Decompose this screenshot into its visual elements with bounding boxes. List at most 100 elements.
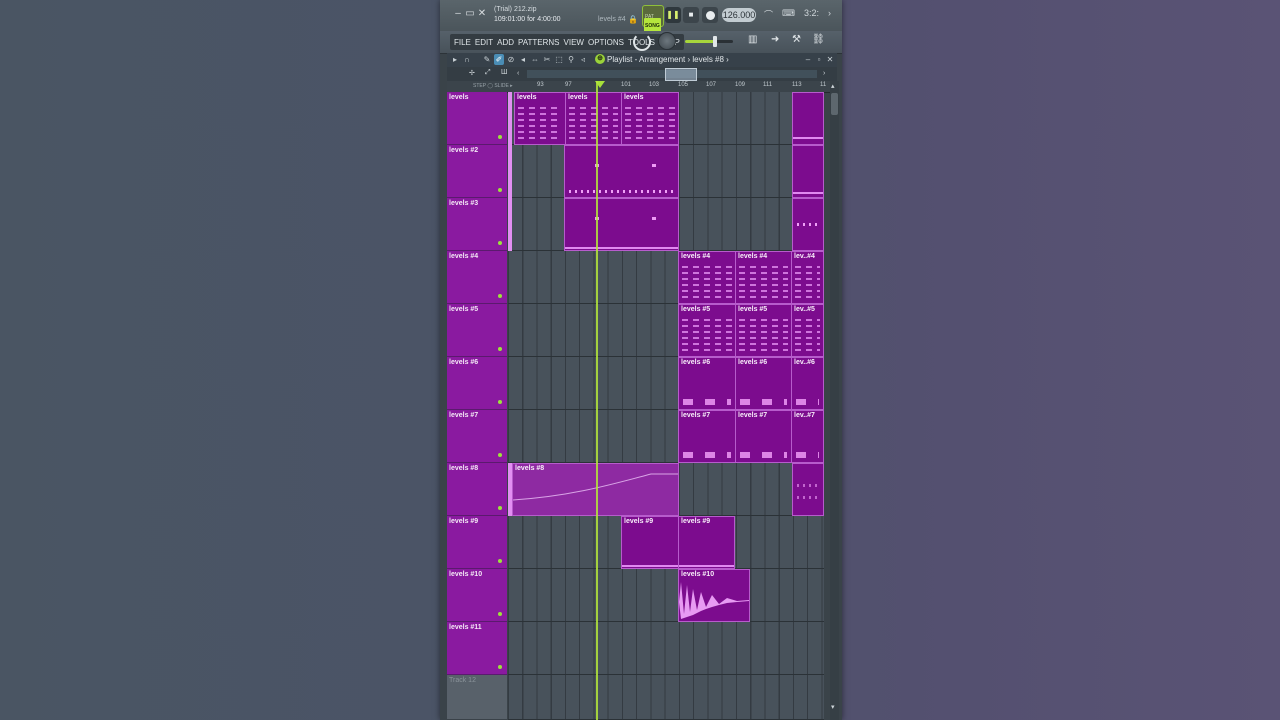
track-header[interactable]: levels #2 (447, 145, 507, 198)
paint-brush-icon[interactable]: ✐ (494, 54, 504, 65)
track-active-led[interactable] (498, 665, 502, 669)
track-lane[interactable]: levels #9 levels #9 (508, 516, 824, 569)
minimize-button[interactable]: – (453, 8, 463, 20)
track-header[interactable]: levels #9 (447, 516, 507, 569)
speaker-icon[interactable]: ◃ (578, 54, 588, 65)
arrangement-overview[interactable]: ✢ ⤢ Ш ‹ › (447, 67, 837, 81)
track-lane[interactable]: levels #5 levels #5 lev..#5 (508, 304, 824, 357)
track-header[interactable]: levels #6 (447, 357, 507, 410)
pattern-clip[interactable] (564, 198, 679, 251)
scroll-down-icon[interactable]: ▾ (831, 703, 835, 711)
track-header[interactable]: levels #11 (447, 622, 507, 675)
track-active-led[interactable] (498, 559, 502, 563)
track-active-led[interactable] (498, 135, 502, 139)
menu-view[interactable]: VIEW (564, 38, 584, 47)
pattern-clip[interactable]: levels #4 (735, 251, 792, 304)
tempo-tool-icon[interactable]: ✢ (469, 69, 475, 77)
clip-edge[interactable] (508, 198, 512, 251)
maximize-button[interactable]: ▭ (465, 8, 475, 20)
slip-icon[interactable]: ⇔ (530, 54, 540, 65)
cpu-meter-icon[interactable] (633, 33, 651, 51)
pattern-clip[interactable]: lev..#6 (791, 357, 824, 410)
typing-keyboard-icon[interactable]: ⌨ (782, 8, 795, 19)
song-mode-button[interactable]: PAT SONG (642, 5, 664, 34)
pattern-clip[interactable] (792, 463, 824, 516)
master-volume-slider[interactable] (685, 36, 733, 47)
track-lane[interactable]: levels #4 levels #4 lev..#4 (508, 251, 824, 304)
vertical-scrollbar[interactable]: ▴ ▾ (830, 81, 839, 720)
slice-icon[interactable]: ✂ (542, 54, 552, 65)
master-pitch-knob[interactable] (658, 32, 676, 50)
pattern-clip[interactable]: levels #7 (678, 410, 736, 463)
restore-panel-icon[interactable]: ▫ (814, 54, 824, 65)
tempo-display[interactable]: 126.000 (722, 8, 756, 22)
track-active-led[interactable] (498, 188, 502, 192)
pattern-clip[interactable] (792, 92, 824, 145)
pattern-clip[interactable]: lev..#7 (791, 410, 824, 463)
track-active-led[interactable] (498, 347, 502, 351)
track-header[interactable]: levels #7 (447, 410, 507, 463)
track-lane[interactable] (508, 145, 824, 198)
clip-edge[interactable] (508, 92, 512, 145)
track-active-led[interactable] (498, 241, 502, 245)
time-signature[interactable]: 3:2: (804, 8, 819, 18)
draw-tool-icon[interactable]: ⤢ (485, 69, 491, 77)
menu-add[interactable]: ADD (497, 38, 514, 47)
pattern-clip[interactable]: lev..#4 (791, 251, 824, 304)
track-active-led[interactable] (498, 612, 502, 616)
pattern-clip[interactable]: levels (514, 92, 566, 145)
scroll-left-icon[interactable]: ‹ (517, 70, 519, 77)
scroll-up-icon[interactable]: ▴ (831, 82, 835, 90)
track-active-led[interactable] (498, 400, 502, 404)
track-header[interactable]: levels (447, 92, 507, 145)
pattern-clip[interactable]: levels #9 (678, 516, 735, 569)
menu-options[interactable]: OPTIONS (588, 38, 624, 47)
track-lane[interactable]: levels #10 (508, 569, 824, 622)
track-lane[interactable]: levels #6 levels #6 lev..#6 (508, 357, 824, 410)
track-active-led[interactable] (498, 294, 502, 298)
scrollbar-thumb[interactable] (831, 93, 838, 115)
track-header[interactable]: levels #10 (447, 569, 507, 622)
pattern-clip[interactable]: levels (565, 92, 622, 145)
select-icon[interactable]: ⬚ (554, 54, 564, 65)
playhead-line[interactable] (596, 81, 598, 720)
track-active-led[interactable] (498, 453, 502, 457)
record-button[interactable] (702, 7, 718, 23)
close-button[interactable]: ✕ (477, 8, 487, 20)
pattern-clip[interactable]: levels #4 (678, 251, 736, 304)
close-panel-icon[interactable]: ✕ (825, 54, 835, 65)
track-header[interactable]: levels #8 (447, 463, 507, 516)
wrench-icon[interactable]: ⚒ (792, 34, 801, 45)
pattern-clip[interactable]: levels #5 (735, 304, 792, 357)
mute-icon[interactable]: ◂ (518, 54, 528, 65)
pause-button[interactable]: ❚❚ (665, 7, 681, 23)
pencil-icon[interactable]: ✎ (482, 54, 492, 65)
stop-button[interactable]: ■ (683, 7, 699, 23)
track-header[interactable]: Track 12 (447, 675, 507, 720)
pattern-clip[interactable]: levels #5 (678, 304, 736, 357)
metronome-icon[interactable]: ⌒ (764, 8, 773, 21)
pattern-clip[interactable]: levels #9 (621, 516, 679, 569)
track-lane[interactable] (508, 622, 824, 675)
track-lane[interactable] (508, 675, 824, 720)
track-lane[interactable]: levels #7 levels #7 lev..#7 (508, 410, 824, 463)
zoom-icon[interactable]: ⚲ (566, 54, 576, 65)
menu-patterns[interactable]: PATTERNS (518, 38, 559, 47)
magnet-icon[interactable]: ∩ (462, 54, 472, 65)
link-icon[interactable]: ⛓ (812, 34, 825, 45)
master-volume-thumb[interactable] (712, 36, 717, 47)
track-header[interactable]: levels #5 (447, 304, 507, 357)
menu-edit[interactable]: EDIT (475, 38, 493, 47)
track-lane[interactable] (508, 198, 824, 251)
pattern-clip[interactable]: levels #7 (735, 410, 792, 463)
chevron-right-icon[interactable]: › (828, 8, 831, 18)
pattern-clip[interactable]: levels #6 (735, 357, 792, 410)
track-header[interactable]: levels #3 (447, 198, 507, 251)
pattern-clip[interactable] (792, 198, 824, 251)
piano-icon[interactable]: ▥ (748, 34, 757, 45)
overview-window[interactable] (665, 68, 697, 81)
scroll-right-icon[interactable]: › (823, 70, 825, 77)
pattern-clip[interactable] (564, 145, 679, 198)
grid-tool-icon[interactable]: Ш (501, 69, 507, 76)
pattern-clip[interactable]: levels #6 (678, 357, 736, 410)
